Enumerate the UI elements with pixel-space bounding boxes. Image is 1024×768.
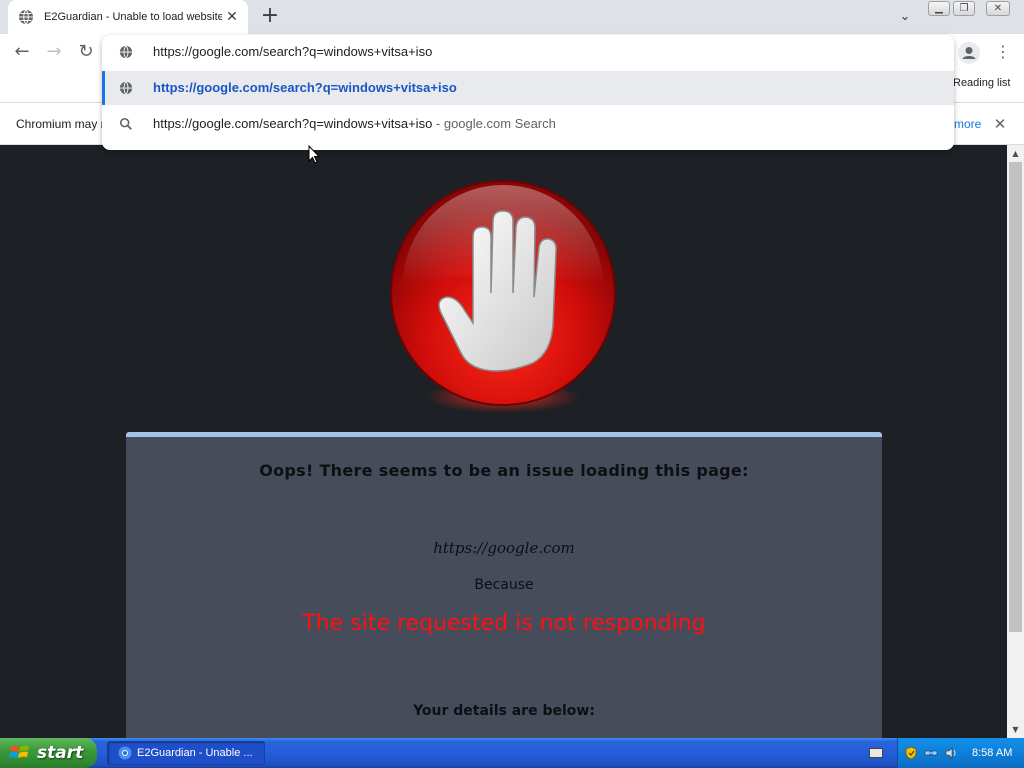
omnibox-suggestion-search[interactable]: https://google.com/search?q=windows+vits… [102,107,954,141]
suggestion-text: https://google.com/search?q=windows+vits… [153,116,556,131]
tab-title: E2Guardian - Unable to load website [44,11,222,23]
taskbar-item-label: E2Guardian - Unable ... [137,747,253,759]
system-tray: 8:58 AM [897,738,1024,768]
profile-button[interactable] [958,42,980,64]
window-minimize-button[interactable]: ▁ [928,1,950,16]
windows-logo-icon [9,745,29,758]
scrollbar-thumb[interactable] [1009,162,1022,632]
tab-strip: E2Guardian - Unable to load website ✕ + … [0,0,1024,34]
forward-button[interactable]: → [42,40,66,64]
profile-icon [962,47,976,59]
infobar-more-link[interactable]: more [954,117,981,131]
infobar-close-icon[interactable]: ✕ [991,115,1009,133]
page-scrollbar[interactable]: ▲ ▼ [1007,145,1024,738]
taskbar-item-browser[interactable]: E2Guardian - Unable ... [107,741,265,765]
chromium-icon [118,746,132,760]
globe-icon [19,9,33,25]
stop-hand-icon [390,180,616,413]
infobar-message: Chromium may n [16,117,108,131]
reload-button[interactable]: ↻ [74,40,98,64]
globe-icon [119,45,133,59]
tab-e2guardian[interactable]: E2Guardian - Unable to load website ✕ [8,0,248,34]
start-button[interactable]: start [0,738,97,768]
globe-icon [119,81,133,95]
suggestion-text: https://google.com/search?q=windows+vits… [153,80,457,95]
keyboard-icon[interactable] [869,748,883,758]
blocked-url: https://google.com [433,539,575,557]
page-viewport: Oops! There seems to be an issue loading… [0,145,1007,738]
volume-icon[interactable] [944,746,958,760]
tab-close-icon[interactable]: ✕ [224,9,240,25]
address-input[interactable]: https://google.com/search?q=windows+vits… [153,44,432,59]
omnibox-suggestion-url[interactable]: https://google.com/search?q=windows+vits… [102,71,954,105]
clock: 8:58 AM [972,747,1013,759]
window-close-button[interactable]: ✕ [986,1,1010,16]
error-card: Oops! There seems to be an issue loading… [126,432,882,738]
back-button[interactable]: ← [10,40,34,64]
tab-search-button[interactable]: ⌄ [895,7,915,27]
shield-icon[interactable] [904,746,918,760]
reading-list-button[interactable]: Reading list [953,77,1010,89]
omnibox-dropdown: https://google.com/search?q=windows+vits… [102,35,954,150]
scroll-up-arrow-icon[interactable]: ▲ [1007,145,1024,162]
mouse-cursor-icon [308,145,320,164]
scroll-down-arrow-icon[interactable]: ▼ [1007,721,1024,738]
network-icon[interactable] [924,746,938,760]
error-heading: Oops! There seems to be an issue loading… [259,461,749,480]
suggestion-suffix: - google.com Search [432,116,556,131]
search-icon [119,117,132,130]
because-label: Because [474,577,534,593]
block-reason: The site requested is not responding [302,611,706,636]
window-restore-button[interactable]: ❐ [953,1,975,16]
menu-button[interactable]: ⋮ [995,40,1011,64]
suggestion-query: https://google.com/search?q=windows+vits… [153,116,433,131]
new-tab-button[interactable]: + [258,5,282,29]
start-label: start [37,743,84,763]
taskbar: start E2Guardian - Unable ... 8:58 AM [0,738,1024,768]
address-bar[interactable]: https://google.com/search?q=windows+vits… [102,35,954,69]
details-heading: Your details are below: [413,703,595,719]
